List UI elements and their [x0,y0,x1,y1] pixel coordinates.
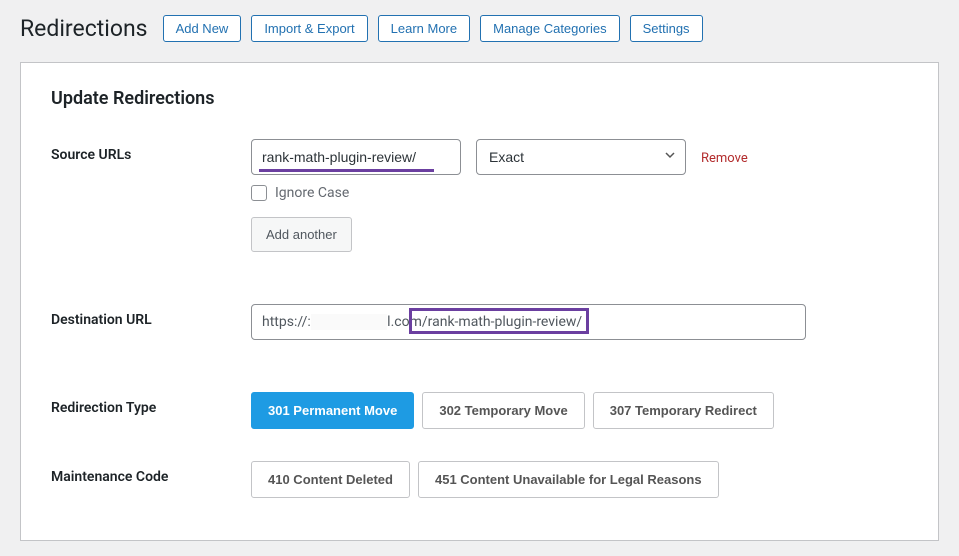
dest-mid: l.com [387,314,422,330]
redirection-type-row: Redirection Type 301 Permanent Move 302 … [51,392,908,429]
destination-url-input[interactable]: https://: xxxxxxxxxxx l.com /rank-math-p… [251,304,806,340]
destination-url-label: Destination URL [51,304,236,340]
page-header: Redirections Add New Import & Export Lea… [20,15,939,42]
import-export-button[interactable]: Import & Export [251,15,367,42]
panel-title: Update Redirections [51,88,908,109]
page-title: Redirections [20,15,148,42]
add-another-button[interactable]: Add another [251,217,352,252]
redirection-type-301[interactable]: 301 Permanent Move [251,392,414,429]
dest-redacted: xxxxxxxxxxx [311,314,387,330]
redirection-type-label: Redirection Type [51,392,236,429]
match-type-select[interactable]: Exact [476,139,686,175]
dest-prefix: https://: [262,314,311,330]
learn-more-button[interactable]: Learn More [378,15,470,42]
redirection-type-307[interactable]: 307 Temporary Redirect [593,392,774,429]
update-redirections-panel: Update Redirections Source URLs Exact Re… [20,62,939,541]
dest-path: /rank-math-plugin-review/ [422,314,582,330]
ignore-case-checkbox[interactable] [251,185,267,201]
ignore-case-label: Ignore Case [275,185,349,201]
source-urls-label: Source URLs [51,139,236,252]
maintenance-code-label: Maintenance Code [51,461,236,498]
maintenance-code-row: Maintenance Code 410 Content Deleted 451… [51,461,908,498]
manage-categories-button[interactable]: Manage Categories [480,15,619,42]
redirection-type-302[interactable]: 302 Temporary Move [422,392,584,429]
destination-url-row: Destination URL https://: xxxxxxxxxxx l.… [51,304,908,340]
maintenance-code-451[interactable]: 451 Content Unavailable for Legal Reason… [418,461,719,498]
source-url-input[interactable] [251,139,461,175]
maintenance-code-410[interactable]: 410 Content Deleted [251,461,410,498]
source-urls-row: Source URLs Exact Remove [51,139,908,252]
add-new-button[interactable]: Add New [163,15,242,42]
settings-button[interactable]: Settings [630,15,703,42]
remove-link[interactable]: Remove [701,149,748,166]
